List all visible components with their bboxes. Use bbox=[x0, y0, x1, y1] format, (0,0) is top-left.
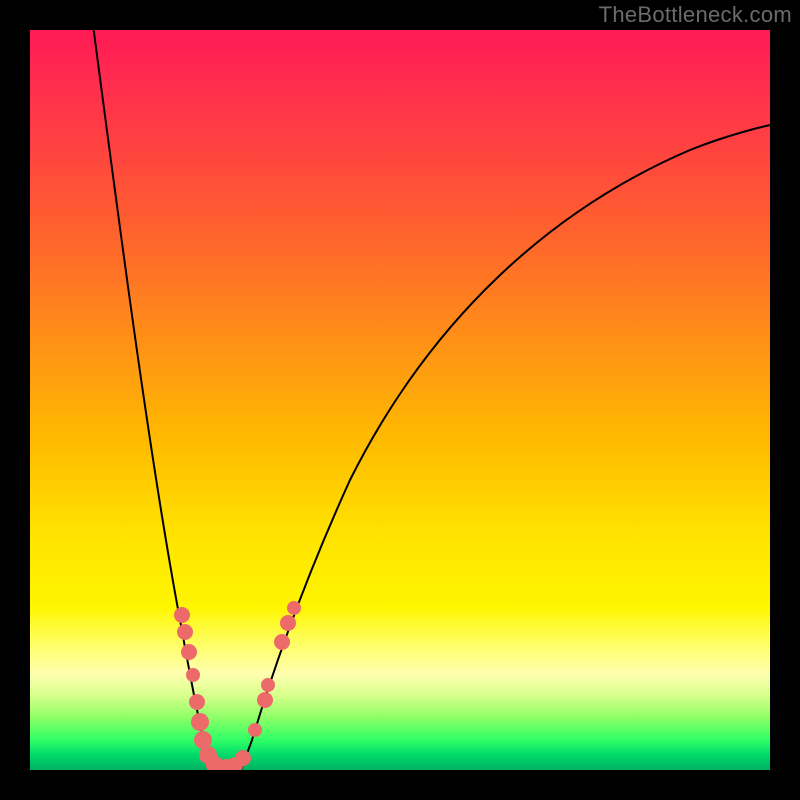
plot-area bbox=[30, 30, 770, 770]
highlight-dot bbox=[261, 678, 275, 692]
right-curve bbox=[241, 124, 770, 770]
highlight-dot bbox=[189, 694, 205, 710]
highlight-dot bbox=[280, 615, 296, 631]
highlight-dot bbox=[181, 644, 197, 660]
chart-svg bbox=[30, 30, 770, 770]
highlight-dot bbox=[257, 692, 273, 708]
highlight-dot bbox=[186, 668, 200, 682]
left-curve bbox=[93, 30, 214, 770]
watermark-text: TheBottleneck.com bbox=[599, 2, 792, 28]
highlight-dot bbox=[177, 624, 193, 640]
highlight-dot bbox=[174, 607, 190, 623]
highlight-dot bbox=[235, 750, 251, 766]
highlight-dot bbox=[191, 713, 209, 731]
outer-frame: TheBottleneck.com bbox=[0, 0, 800, 800]
highlight-dot bbox=[274, 634, 290, 650]
highlight-dot bbox=[287, 601, 301, 615]
highlight-dot bbox=[248, 723, 262, 737]
